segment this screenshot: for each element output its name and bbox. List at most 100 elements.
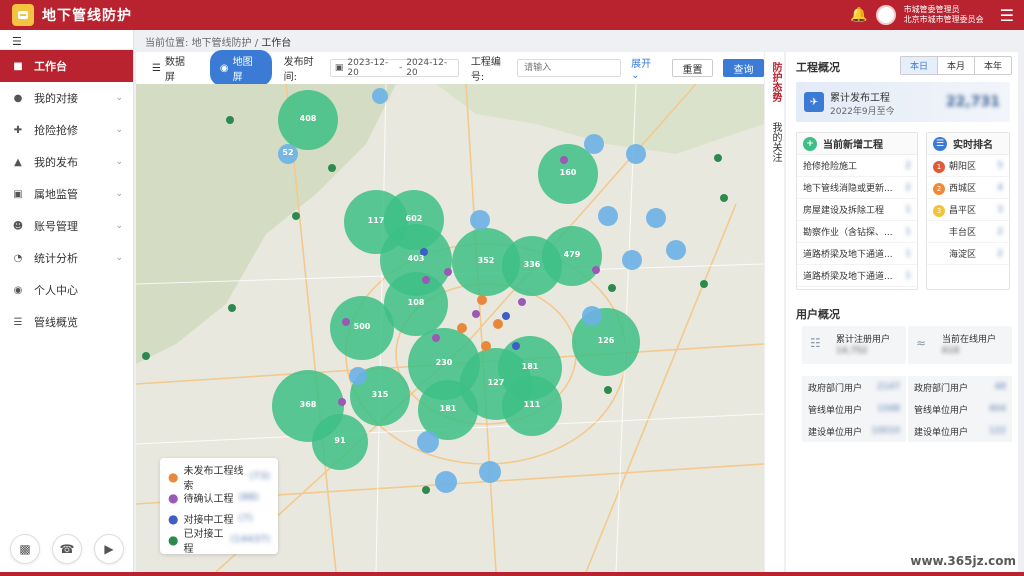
avatar[interactable] bbox=[875, 5, 896, 25]
cluster-count[interactable]: 315 bbox=[368, 390, 392, 399]
rank-count: 2 bbox=[997, 226, 1003, 237]
sidebar-item-statistics[interactable]: ◔ 统计分析 ⌄ bbox=[0, 242, 133, 274]
list-item[interactable]: 道路桥梁及地下通道... 1 bbox=[797, 265, 917, 287]
sidebar-item-publish[interactable]: ▲ 我的发布 ⌄ bbox=[0, 146, 133, 178]
sidebar-item-label: 工作台 bbox=[34, 60, 67, 73]
account-icon: ☻ bbox=[12, 220, 24, 232]
cluster-count[interactable]: 368 bbox=[296, 400, 320, 409]
list-item[interactable]: 勘察作业（含钻探、... 1 bbox=[797, 221, 917, 243]
range-year[interactable]: 本年 bbox=[975, 57, 1011, 74]
docking-icon: ● bbox=[13, 92, 23, 104]
rank-item[interactable]: 海淀区 2 bbox=[927, 243, 1009, 265]
legend-item-unpublished[interactable]: ● 未发布工程线索 (73) bbox=[168, 466, 270, 492]
publish-time-label: 发布时间: bbox=[283, 57, 314, 83]
sidebar-item-account[interactable]: ☻ 账号管理 ⌄ bbox=[0, 210, 133, 242]
cluster-count[interactable]: 403 bbox=[404, 254, 428, 263]
user-info[interactable]: 市城管委管理员 北京市城市管理委员会 bbox=[904, 5, 984, 25]
tab-protection-status[interactable]: 防护态势 bbox=[765, 52, 786, 112]
sidebar-item-repair[interactable]: ✚ 抢险抢修 ⌄ bbox=[0, 114, 133, 146]
expand-button[interactable]: 展开 ⌄ bbox=[631, 55, 662, 81]
new-projects-card: + 当前新增工程 抢修抢险施工 2 地下管线消隐或更新... 2 房屋建设及拆除工程 1… bbox=[796, 132, 918, 290]
bell-icon[interactable]: 🔔 bbox=[850, 7, 867, 23]
tab-data-screen[interactable]: ☰ 数据屏 bbox=[142, 50, 204, 86]
menu-list-icon[interactable]: ☰ bbox=[1000, 6, 1014, 25]
reg-value: 14,752 bbox=[836, 346, 868, 356]
sidebar-item-supervision[interactable]: ▣ 属地监管 ⌄ bbox=[0, 178, 133, 210]
legend-count: (73) bbox=[249, 471, 270, 482]
range-month[interactable]: 本月 bbox=[938, 57, 975, 74]
list-item[interactable]: 抢修抢险施工 2 bbox=[797, 155, 917, 177]
project-no-input[interactable] bbox=[517, 59, 622, 77]
rank-title: 实时排名 bbox=[953, 140, 993, 151]
qrcode-button[interactable]: ▩ bbox=[10, 534, 40, 564]
item-count: 1 bbox=[905, 270, 911, 281]
list-item[interactable]: 房屋建设及拆除工程 1 bbox=[797, 199, 917, 221]
sidebar-item-personal[interactable]: ◉ 个人中心 bbox=[0, 274, 133, 306]
chevron-down-icon: ⌄ bbox=[631, 70, 640, 81]
cluster-count[interactable]: 111 bbox=[520, 400, 544, 409]
tab-my-focus[interactable]: 我的关注 bbox=[765, 112, 786, 172]
rank-label: 丰台区 bbox=[949, 228, 977, 238]
online-users-box: ≈ 当前在线用户 618 bbox=[908, 326, 1012, 364]
cluster-count[interactable]: 91 bbox=[328, 436, 352, 445]
cluster-count[interactable]: 127 bbox=[484, 378, 508, 387]
range-today[interactable]: 本日 bbox=[900, 57, 938, 74]
top-bar: 地下管线防护 🔔 市城管委管理员 北京市城市管理委员会 ☰ bbox=[0, 0, 1024, 30]
video-button[interactable]: ▶ bbox=[94, 534, 124, 564]
cluster-count[interactable]: 230 bbox=[432, 358, 456, 367]
reset-button[interactable]: 重置 bbox=[671, 59, 713, 77]
cluster-count[interactable]: 160 bbox=[556, 168, 580, 177]
chevron-down-icon: ⌄ bbox=[115, 157, 123, 167]
sidebar-item-pipeline[interactable]: ☰ 管线概览 bbox=[0, 306, 133, 338]
breadcrumb-prefix: 当前位置: bbox=[145, 38, 189, 49]
cluster-count[interactable]: 126 bbox=[594, 336, 618, 345]
list-item: 建设单位用户 122 bbox=[908, 420, 1012, 442]
cluster-count[interactable]: 117 bbox=[364, 216, 388, 225]
rank-item[interactable]: 1 朝阳区 5 bbox=[927, 155, 1009, 177]
right-panel: 工程概况 本日 本月 本年 ✈ 累计发布工程 2022年9月至今 22,731 … bbox=[786, 52, 1018, 572]
list-item: 政府部门用户 2147 bbox=[802, 376, 906, 398]
cluster-count[interactable]: 52 bbox=[276, 148, 300, 157]
breadcrumb-sep: / bbox=[254, 38, 259, 49]
cluster-count[interactable]: 108 bbox=[404, 298, 428, 307]
list-item[interactable]: 地下管线消隐或更新... 2 bbox=[797, 177, 917, 199]
legend-label: 待确认工程 bbox=[183, 494, 234, 505]
cluster-count[interactable]: 181 bbox=[518, 362, 542, 371]
date-range-picker[interactable]: ▣ 2023-12-20 - 2024-12-20 bbox=[329, 58, 459, 78]
user-overview-title: 用户概况 bbox=[796, 308, 840, 321]
rank-item[interactable]: 3 昌平区 3 bbox=[927, 199, 1009, 221]
rank-label: 西城区 bbox=[949, 183, 977, 194]
phone-button[interactable]: ☎ bbox=[52, 534, 82, 564]
sidebar-item-docking[interactable]: ● 我的对接 ⌄ bbox=[0, 82, 133, 114]
cluster-count[interactable]: 352 bbox=[474, 256, 498, 265]
map-pin-icon: ● bbox=[168, 490, 179, 505]
row-label: 管线单位用户 bbox=[808, 405, 863, 416]
map-view[interactable]: 408 52 160 117 602 403 352 336 479 108 500 230 127 18… bbox=[136, 84, 764, 572]
cluster-count[interactable]: 500 bbox=[350, 322, 374, 331]
rank-item[interactable]: 2 西城区 4 bbox=[927, 177, 1009, 199]
legend-item-docked[interactable]: ● 已对接工程 (14437) bbox=[168, 529, 270, 555]
item-label: 地下管线消隐或更新... bbox=[803, 184, 893, 194]
tab-map-screen[interactable]: ◉ 地图屏 bbox=[209, 50, 272, 86]
rank-count: 2 bbox=[997, 248, 1003, 259]
sidebar-toggle-icon[interactable]: ☰ bbox=[0, 30, 133, 50]
cum-title: 累计发布工程 bbox=[830, 93, 890, 104]
rank-item[interactable]: 丰台区 2 bbox=[927, 221, 1009, 243]
item-count: 1 bbox=[905, 226, 911, 237]
cluster-count[interactable]: 479 bbox=[560, 250, 584, 259]
list-item[interactable]: 道路桥梁及地下通道... 1 bbox=[797, 243, 917, 265]
cluster-count[interactable]: 602 bbox=[402, 214, 426, 223]
legend-item-pending[interactable]: ● 待确认工程 (88) bbox=[168, 487, 270, 508]
bronze-medal-icon: 3 bbox=[933, 204, 945, 217]
cluster-count[interactable]: 181 bbox=[436, 404, 460, 413]
breadcrumb-link[interactable]: 地下管线防护 bbox=[192, 38, 252, 49]
rank-count: 3 bbox=[997, 204, 1003, 215]
date-end: 2024-12-20 bbox=[406, 58, 448, 78]
new-title: 当前新增工程 bbox=[823, 140, 883, 151]
item-count: 1 bbox=[905, 248, 911, 259]
cluster-count[interactable]: 336 bbox=[520, 260, 544, 269]
publish-icon: ▲ bbox=[14, 156, 22, 168]
query-button[interactable]: 查询 bbox=[722, 59, 764, 77]
cluster-count[interactable]: 408 bbox=[296, 114, 320, 123]
sidebar-item-workbench[interactable]: ■ 工作台 bbox=[0, 50, 133, 82]
